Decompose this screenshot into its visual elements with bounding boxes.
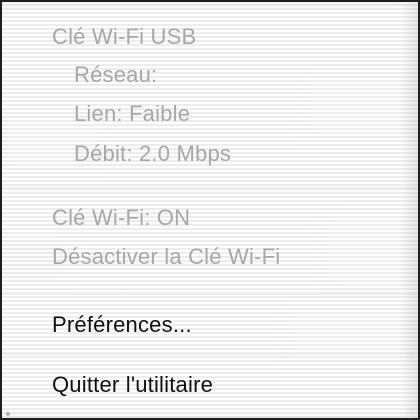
menu-separator-3 xyxy=(2,354,418,355)
corner-mark xyxy=(6,412,10,416)
menu-separator-2 xyxy=(2,294,418,295)
menu-disable-wifi-label: Désactiver la Clé Wi-Fi xyxy=(52,244,281,269)
wifi-dropdown-menu-frame: Clé Wi-Fi USB Réseau: Lien: Faible Débit… xyxy=(0,0,420,420)
menu-network-status: Réseau: xyxy=(2,54,418,96)
menu-speed-status-label: Débit: 2.0 Mbps xyxy=(74,141,232,166)
menu-preferences-label: Préférences... xyxy=(52,312,192,337)
menu-link-status-label: Lien: Faible xyxy=(74,101,191,126)
menu-wifi-power-status: Clé Wi-Fi: ON xyxy=(2,197,418,239)
menu-header-usb-wifi-label: Clé Wi-Fi USB xyxy=(52,24,197,49)
menu-panel: Clé Wi-Fi USB Réseau: Lien: Faible Débit… xyxy=(2,2,418,418)
menu-speed-status: Débit: 2.0 Mbps xyxy=(2,133,418,175)
menu-network-status-label: Réseau: xyxy=(74,62,158,87)
menu-disable-wifi-button[interactable]: Désactiver la Clé Wi-Fi xyxy=(2,236,418,278)
menu-wifi-power-status-label: Clé Wi-Fi: ON xyxy=(52,205,191,230)
menu-link-status: Lien: Faible xyxy=(2,93,418,135)
menu-separator-1 xyxy=(2,187,418,188)
menu-preferences-button[interactable]: Préférences... xyxy=(2,304,418,346)
menu-quit-button[interactable]: Quitter l'utilitaire xyxy=(2,364,418,406)
menu-header-usb-wifi: Clé Wi-Fi USB xyxy=(2,16,418,58)
menu-quit-label: Quitter l'utilitaire xyxy=(52,372,214,397)
